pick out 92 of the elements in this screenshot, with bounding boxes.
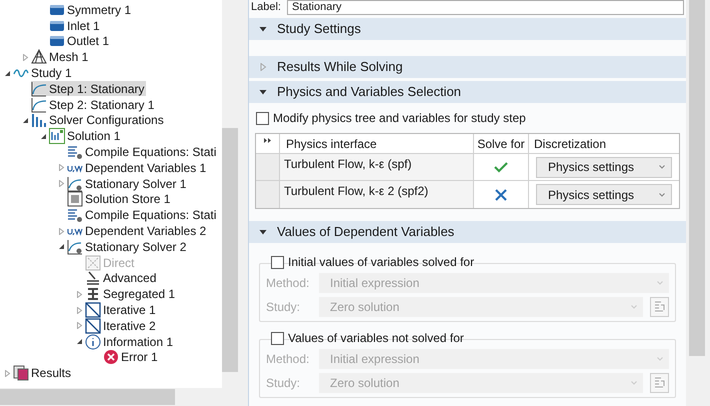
expand-arrow-icon[interactable]: [76, 290, 82, 298]
list-icon: [654, 301, 665, 313]
chevron-down-icon: [659, 165, 665, 169]
collapse-arrow-icon[interactable]: [4, 70, 10, 77]
tree-item[interactable]: Information 1: [85, 334, 176, 350]
field-label: Method:: [266, 351, 310, 368]
solver-icon: [67, 238, 83, 255]
error-icon: [103, 349, 119, 366]
expand-arrow-icon[interactable]: [76, 306, 82, 314]
expand-arrow-icon[interactable]: [58, 228, 64, 235]
column-header: Solve for: [474, 134, 529, 153]
row-header[interactable]: [256, 154, 280, 180]
tree-item[interactable]: Iterative 1: [85, 302, 158, 318]
tree-item[interactable]: Error 1: [103, 350, 160, 365]
chevron-down-icon: [659, 192, 665, 196]
tree-item[interactable]: Solution Store 1: [67, 192, 172, 207]
column-header: Discretization: [533, 136, 608, 152]
check-icon[interactable]: [494, 161, 508, 173]
results-icon: [13, 365, 29, 382]
study-button[interactable]: [650, 297, 669, 317]
chevron-down-icon: [657, 281, 663, 285]
expand-arrow-icon[interactable]: [4, 370, 10, 377]
solution-icon: [49, 128, 65, 144]
table-cell: Turbulent Flow, k-ε (spf): [280, 154, 474, 180]
checkbox[interactable]: [271, 256, 284, 268]
field-label: Study:: [266, 375, 302, 392]
segregated-icon: [85, 286, 101, 302]
discretization-dropdown[interactable]: Physics settings: [536, 184, 672, 205]
tree-item[interactable]: Mesh 1: [31, 50, 90, 65]
tree-item[interactable]: Stationary Solver 2: [67, 239, 188, 254]
compile-equations-icon: [67, 144, 83, 160]
field-label: Method:: [266, 275, 310, 292]
checkbox-label: Modify physics tree and variables for study step: [273, 110, 526, 127]
iterative-icon: [85, 302, 101, 318]
expand-arrow-icon[interactable]: [76, 322, 82, 330]
tree-item[interactable]: Solution 1: [49, 128, 122, 144]
information-icon: [85, 334, 101, 350]
expand-arrow-icon[interactable]: [58, 180, 64, 188]
chevron-down-icon: [657, 357, 663, 361]
group-title: Initial values of variables solved for: [288, 254, 474, 271]
tree-item[interactable]: Segregated 1: [85, 286, 178, 302]
iterative-icon: [85, 318, 101, 334]
checkbox[interactable]: [271, 332, 284, 344]
table-cell: Turbulent Flow, k-ε 2 (spf2): [280, 181, 474, 208]
discretization-dropdown[interactable]: Physics settings: [536, 156, 672, 178]
section-header[interactable]: Study Settings: [249, 18, 686, 40]
group-title: Values of variables not solved for: [288, 330, 464, 347]
collapse-arrow-icon[interactable]: [76, 338, 82, 346]
collapse-arrow-icon[interactable]: [40, 132, 46, 140]
tree-item[interactable]: Step 1: Stationary: [31, 81, 146, 96]
tree-item[interactable]: Study 1: [13, 66, 74, 81]
tree-item[interactable]: Iterative 2: [85, 318, 158, 334]
step-icon: [31, 96, 47, 113]
field-label: Label:: [251, 0, 281, 16]
solver-icon: [67, 176, 83, 192]
tree-item[interactable]: Solver Configurations: [31, 112, 166, 128]
collapse-arrow-icon[interactable]: [22, 116, 28, 124]
tree-item[interactable]: Dependent Variables 2: [67, 224, 208, 239]
compile-equations-icon: [67, 207, 83, 224]
store-icon: [67, 191, 83, 208]
tree-item[interactable]: Stationary Solver 1: [67, 176, 188, 192]
solver-configurations-icon: [31, 112, 47, 128]
expand-arrow-icon[interactable]: [58, 164, 64, 172]
list-icon: [654, 377, 665, 389]
advanced-icon: [85, 270, 101, 286]
mesh-icon: [31, 49, 47, 66]
tree-item[interactable]: Outlet 1: [49, 34, 112, 49]
tree-item[interactable]: Symmetry 1: [49, 2, 134, 18]
label-field[interactable]: Stationary: [286, 0, 684, 15]
tree-item[interactable]: Dependent Variables 1: [67, 160, 208, 176]
chevron-down-icon: [631, 381, 637, 385]
expand-columns-icon[interactable]: [264, 138, 271, 143]
expand-arrow-icon[interactable]: [22, 54, 28, 61]
checkbox[interactable]: [256, 112, 269, 124]
tree-item[interactable]: Compile Equations: Stati: [67, 208, 218, 223]
tree-item[interactable]: Step 2: Stationary 1: [31, 97, 156, 112]
collapse-arrow-icon[interactable]: [58, 243, 64, 250]
study-button[interactable]: [650, 373, 669, 393]
chevron-down-icon: [631, 305, 637, 309]
step-icon: [31, 80, 47, 97]
section-header[interactable]: Physics and Variables Selection: [249, 81, 686, 103]
direct-solver-icon: [85, 254, 101, 271]
cross-icon[interactable]: [495, 188, 507, 200]
section-header[interactable]: Values of Dependent Variables: [249, 221, 686, 243]
section-header[interactable]: Results While Solving: [249, 56, 686, 78]
tree-item[interactable]: Results: [13, 366, 74, 381]
column-header: Physics interface: [280, 134, 474, 153]
field-label: Study:: [266, 299, 302, 316]
row-header[interactable]: [256, 181, 280, 208]
tree-item[interactable]: Inlet 1: [49, 18, 102, 34]
tree-item[interactable]: Advanced: [85, 270, 158, 286]
tree-item[interactable]: Compile Equations: Stati: [67, 144, 218, 160]
